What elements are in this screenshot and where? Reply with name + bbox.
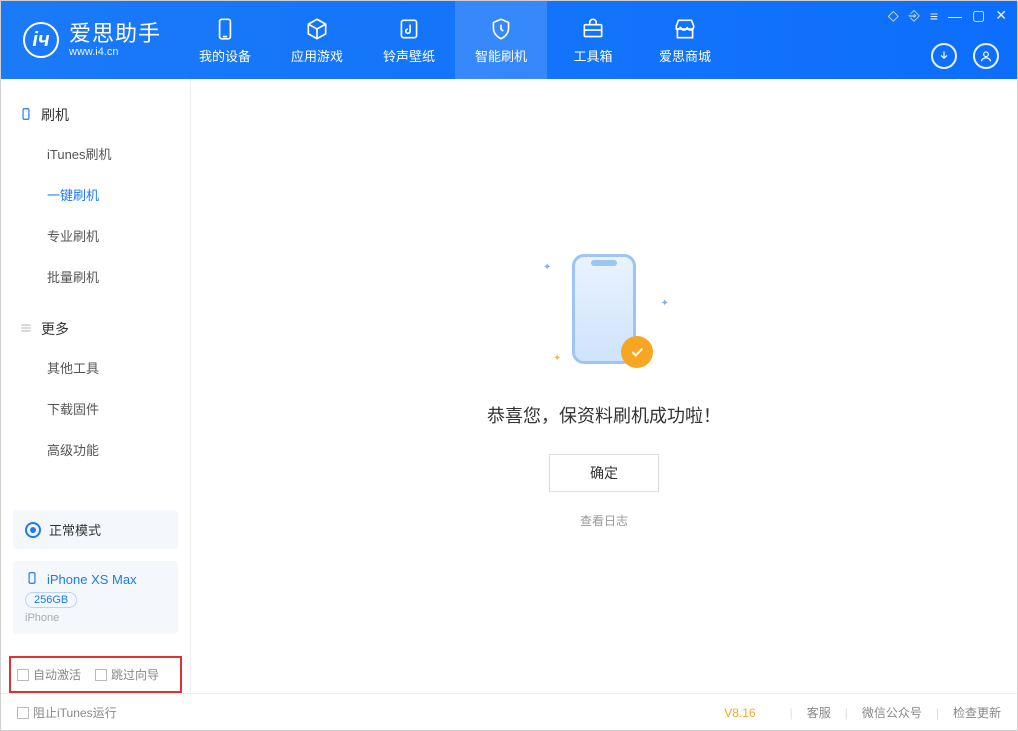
sidebar-group-flash: 刷机 xyxy=(1,97,190,133)
lock-icon[interactable]: ⎆ xyxy=(909,7,920,24)
check-update-link[interactable]: 检查更新 xyxy=(953,704,1001,721)
nav-label: 工具箱 xyxy=(574,46,613,65)
minimize-button[interactable]: — xyxy=(948,8,962,24)
checkbox-skip-guide[interactable]: 跳过向导 xyxy=(95,666,159,683)
nav-label: 铃声壁纸 xyxy=(383,46,435,65)
sidebar-item-other-tools[interactable]: 其他工具 xyxy=(1,347,190,388)
user-button[interactable] xyxy=(973,43,999,69)
mode-icon xyxy=(25,522,41,538)
tshirt-icon[interactable]: ◇ xyxy=(888,7,899,24)
footer: 阻止iTunes运行 V8.16 | 客服 | 微信公众号 | 检查更新 xyxy=(1,693,1017,731)
sidebar: 刷机 iTunes刷机 一键刷机 专业刷机 批量刷机 更多 其他工具 下载固件 … xyxy=(1,79,191,693)
music-icon xyxy=(396,16,422,42)
device-name: iPhone XS Max xyxy=(47,572,137,587)
list-icon xyxy=(19,321,33,338)
device-info-card[interactable]: iPhone XS Max 256GB iPhone xyxy=(13,561,178,634)
nav-label: 爱思商城 xyxy=(659,46,711,65)
sidebar-item-pro-flash[interactable]: 专业刷机 xyxy=(1,215,190,256)
app-title: 爱思助手 xyxy=(69,22,161,46)
support-link[interactable]: 客服 xyxy=(807,704,831,721)
download-button[interactable] xyxy=(931,43,957,69)
nav-my-device[interactable]: 我的设备 xyxy=(179,1,271,79)
store-icon xyxy=(672,16,698,42)
checkbox-auto-activate[interactable]: 自动激活 xyxy=(17,666,81,683)
sidebar-item-download-firmware[interactable]: 下载固件 xyxy=(1,388,190,429)
device-mode-card[interactable]: 正常模式 xyxy=(13,510,178,549)
nav-label: 智能刷机 xyxy=(475,46,527,65)
success-message: 恭喜您，保资料刷机成功啦！ xyxy=(487,402,721,428)
header: iч 爱思助手 www.i4.cn 我的设备 应用游戏 铃声壁纸 智能刷机 工具… xyxy=(1,1,1017,79)
nav-label: 应用游戏 xyxy=(291,46,343,65)
logo-area: iч 爱思助手 www.i4.cn xyxy=(1,1,179,79)
sidebar-group-more: 更多 xyxy=(1,311,190,347)
header-right-actions xyxy=(931,43,999,69)
nav-tabs: 我的设备 应用游戏 铃声壁纸 智能刷机 工具箱 爱思商城 xyxy=(179,1,731,79)
confirm-button[interactable]: 确定 xyxy=(549,454,659,492)
maximize-button[interactable]: ▢ xyxy=(972,7,985,24)
toolbox-icon xyxy=(580,16,606,42)
device-type: iPhone xyxy=(25,612,166,624)
nav-apps[interactable]: 应用游戏 xyxy=(271,1,363,79)
sidebar-item-oneclick-flash[interactable]: 一键刷机 xyxy=(1,174,190,215)
device-icon xyxy=(212,16,238,42)
shield-icon xyxy=(488,16,514,42)
logo-icon: iч xyxy=(23,22,59,58)
sidebar-item-batch-flash[interactable]: 批量刷机 xyxy=(1,256,190,297)
nav-store[interactable]: 爱思商城 xyxy=(639,1,731,79)
cube-icon xyxy=(304,16,330,42)
sidebar-item-advanced[interactable]: 高级功能 xyxy=(1,429,190,470)
nav-ringtone[interactable]: 铃声壁纸 xyxy=(363,1,455,79)
checkbox-block-itunes[interactable]: 阻止iTunes运行 xyxy=(17,704,117,721)
phone-icon xyxy=(19,107,33,124)
nav-toolbox[interactable]: 工具箱 xyxy=(547,1,639,79)
view-log-link[interactable]: 查看日志 xyxy=(580,512,628,529)
titlebar-controls: ◇ ⎆ ≡ — ▢ ✕ xyxy=(888,7,1007,24)
app-subtitle: www.i4.cn xyxy=(69,46,161,58)
version-label: V8.16 xyxy=(724,706,755,720)
main-content: ✦ ✦ ✦ 恭喜您，保资料刷机成功啦！ 确定 查看日志 xyxy=(191,79,1017,693)
highlighted-options-box: 自动激活 跳过向导 xyxy=(9,656,182,693)
close-button[interactable]: ✕ xyxy=(995,7,1007,24)
sidebar-item-itunes-flash[interactable]: iTunes刷机 xyxy=(1,133,190,174)
menu-icon[interactable]: ≡ xyxy=(930,8,938,24)
device-phone-icon xyxy=(25,571,39,588)
nav-flash[interactable]: 智能刷机 xyxy=(455,1,547,79)
device-storage: 256GB xyxy=(25,592,77,608)
check-badge-icon xyxy=(621,336,653,368)
device-mode-label: 正常模式 xyxy=(49,520,101,539)
wechat-link[interactable]: 微信公众号 xyxy=(862,704,922,721)
success-illustration: ✦ ✦ ✦ xyxy=(539,244,669,374)
nav-label: 我的设备 xyxy=(199,46,251,65)
